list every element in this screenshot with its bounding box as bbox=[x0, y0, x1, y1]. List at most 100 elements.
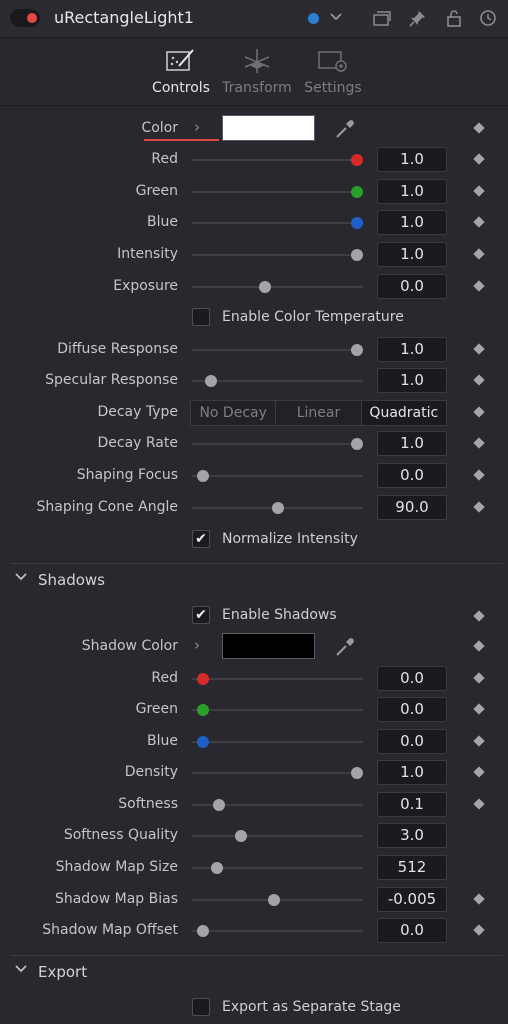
shaping-cone-angle-value-field[interactable]: 90.0 bbox=[377, 495, 447, 520]
exposure-slider-handle[interactable] bbox=[258, 281, 271, 293]
versions-icon[interactable] bbox=[372, 9, 392, 29]
shadow-map-size-value-field[interactable]: 512 bbox=[377, 855, 447, 880]
decay-rate-slider-track[interactable] bbox=[192, 443, 363, 445]
red-slider-handle[interactable] bbox=[196, 673, 209, 685]
tab-settings[interactable]: Settings bbox=[293, 46, 373, 96]
keyframe-diamond-icon[interactable] bbox=[473, 122, 485, 134]
enable-color-temperature-checkbox[interactable] bbox=[192, 308, 210, 326]
density-slider-track[interactable] bbox=[192, 772, 363, 774]
intensity-slider-track[interactable] bbox=[192, 254, 363, 256]
keyframe-diamond-icon[interactable] bbox=[473, 343, 485, 355]
decay-option-no-decay[interactable]: No Decay bbox=[191, 401, 277, 425]
keyframe-diamond-icon[interactable] bbox=[473, 374, 485, 386]
keyframe-diamond-icon[interactable] bbox=[473, 640, 485, 652]
density-value-field[interactable]: 1.0 bbox=[377, 760, 447, 785]
keyframe-diamond-icon[interactable] bbox=[473, 406, 485, 418]
green-slider-handle[interactable] bbox=[196, 704, 209, 716]
keyframe-diamond-icon[interactable] bbox=[473, 735, 485, 747]
softness-quality-slider-handle[interactable] bbox=[234, 830, 247, 842]
keyframe-diamond-icon[interactable] bbox=[473, 893, 485, 905]
blue-slider-track[interactable] bbox=[192, 741, 363, 743]
chevron-down-icon[interactable] bbox=[326, 9, 346, 29]
keyframe-diamond-icon[interactable] bbox=[473, 469, 485, 481]
keyframe-diamond-icon[interactable] bbox=[473, 766, 485, 778]
red-value-field[interactable]: 1.0 bbox=[377, 147, 447, 172]
shadows-section-header[interactable]: Shadows bbox=[0, 563, 508, 595]
shaping-focus-slider-handle[interactable] bbox=[196, 470, 209, 482]
blue-slider-handle[interactable] bbox=[196, 736, 209, 748]
keyframe-diamond-icon[interactable] bbox=[473, 216, 485, 228]
blue-slider-track[interactable] bbox=[192, 222, 363, 224]
green-value-field[interactable]: 0.0 bbox=[377, 697, 447, 722]
keyframe-diamond-icon[interactable] bbox=[473, 672, 485, 684]
lock-icon[interactable] bbox=[444, 9, 464, 29]
diffuse-response-value-field[interactable]: 1.0 bbox=[377, 337, 447, 362]
diffuse-response-slider-handle[interactable] bbox=[351, 344, 363, 356]
keyframe-diamond-icon[interactable] bbox=[473, 280, 485, 292]
blue-value-field[interactable]: 0.0 bbox=[377, 729, 447, 754]
tab-controls[interactable]: Controls bbox=[141, 46, 221, 96]
keyframe-diamond-icon[interactable] bbox=[473, 798, 485, 810]
softness-value-field[interactable]: 0.1 bbox=[377, 792, 447, 817]
chevron-down-icon[interactable] bbox=[15, 570, 27, 586]
decay-option-quadratic[interactable]: Quadratic bbox=[361, 401, 446, 425]
keyframe-diamond-icon[interactable] bbox=[473, 437, 485, 449]
red-slider-track[interactable] bbox=[192, 678, 363, 680]
blue-value-field[interactable]: 1.0 bbox=[377, 210, 447, 235]
softness-slider-handle[interactable] bbox=[212, 799, 225, 811]
normalize-intensity-checkbox[interactable]: ✔ bbox=[192, 530, 210, 548]
intensity-value-field[interactable]: 1.0 bbox=[377, 242, 447, 267]
power-toggle[interactable] bbox=[10, 9, 40, 27]
chevron-down-icon[interactable] bbox=[15, 962, 27, 978]
decay-rate-value-field[interactable]: 1.0 bbox=[377, 431, 447, 456]
keyframe-diamond-icon[interactable] bbox=[473, 610, 485, 622]
shadow-map-offset-value-field[interactable]: 0.0 bbox=[377, 918, 447, 943]
shadow-color-swatch[interactable] bbox=[222, 633, 315, 659]
keyframe-diamond-icon[interactable] bbox=[473, 248, 485, 260]
chevron-right-icon[interactable]: › bbox=[194, 636, 200, 654]
blue-slider-handle[interactable] bbox=[351, 217, 363, 229]
shaping-cone-angle-slider-handle[interactable] bbox=[271, 502, 284, 514]
reset-icon[interactable] bbox=[478, 9, 498, 29]
export-section-header[interactable]: Export bbox=[0, 955, 508, 987]
shadow-map-bias-slider-handle[interactable] bbox=[268, 894, 281, 906]
keyframe-diamond-icon[interactable] bbox=[473, 185, 485, 197]
green-slider-track[interactable] bbox=[192, 191, 363, 193]
chevron-right-icon[interactable]: › bbox=[194, 118, 200, 136]
specular-response-slider-track[interactable] bbox=[192, 380, 363, 382]
shadow-map-offset-slider-handle[interactable] bbox=[196, 925, 209, 937]
decay-option-linear[interactable]: Linear bbox=[276, 401, 362, 425]
red-value-field[interactable]: 0.0 bbox=[377, 666, 447, 691]
exposure-slider-track[interactable] bbox=[192, 286, 363, 288]
shaping-focus-value-field[interactable]: 0.0 bbox=[377, 463, 447, 488]
softness-quality-value-field[interactable]: 3.0 bbox=[377, 823, 447, 848]
intensity-slider-handle[interactable] bbox=[351, 249, 363, 261]
green-slider-handle[interactable] bbox=[351, 186, 363, 198]
color-tag-icon[interactable] bbox=[308, 13, 319, 24]
keyframe-diamond-icon[interactable] bbox=[473, 924, 485, 936]
export-separate-stage-checkbox[interactable] bbox=[192, 998, 210, 1016]
pin-icon[interactable] bbox=[408, 9, 428, 29]
red-slider-handle[interactable] bbox=[351, 154, 363, 166]
shaping-focus-slider-track[interactable] bbox=[192, 475, 363, 477]
green-slider-track[interactable] bbox=[192, 709, 363, 711]
keyframe-diamond-icon[interactable] bbox=[473, 501, 485, 513]
diffuse-response-slider-track[interactable] bbox=[192, 349, 363, 351]
softness-quality-slider-track[interactable] bbox=[192, 835, 363, 837]
color-swatch[interactable] bbox=[222, 115, 315, 141]
eyedropper-icon[interactable] bbox=[334, 636, 356, 658]
exposure-value-field[interactable]: 0.0 bbox=[377, 274, 447, 299]
decay-rate-slider-handle[interactable] bbox=[351, 438, 363, 450]
keyframe-diamond-icon[interactable] bbox=[473, 153, 485, 165]
red-slider-track[interactable] bbox=[192, 159, 363, 161]
specular-response-slider-handle[interactable] bbox=[204, 375, 217, 387]
shadow-map-offset-slider-track[interactable] bbox=[192, 930, 363, 932]
shadow-map-bias-value-field[interactable]: -0.005 bbox=[377, 887, 447, 912]
specular-response-value-field[interactable]: 1.0 bbox=[377, 368, 447, 393]
density-slider-handle[interactable] bbox=[351, 767, 363, 779]
eyedropper-icon[interactable] bbox=[334, 118, 356, 140]
enable-shadows-checkbox[interactable]: ✔ bbox=[192, 606, 210, 624]
tab-transform[interactable]: Transform bbox=[217, 46, 297, 96]
keyframe-diamond-icon[interactable] bbox=[473, 703, 485, 715]
green-value-field[interactable]: 1.0 bbox=[377, 179, 447, 204]
